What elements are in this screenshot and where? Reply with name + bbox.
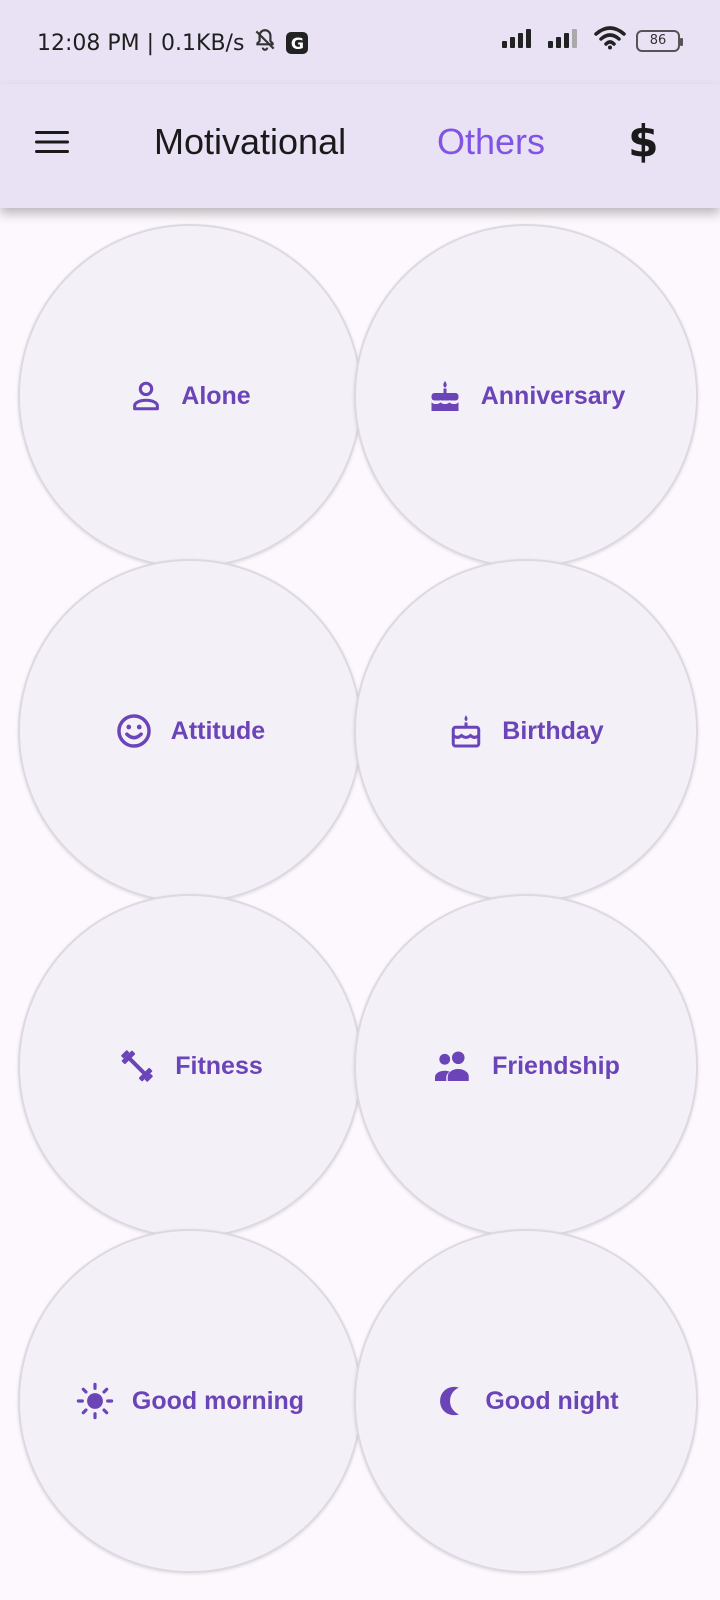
- status-bar: 12:08 PM | 0.1KB/s G 86: [0, 0, 720, 84]
- category-label: Attitude: [170, 716, 266, 745]
- category-good-morning[interactable]: Good morning: [18, 1229, 362, 1573]
- app-bar: Motivational Others $: [0, 84, 720, 208]
- moon-icon: [440, 1386, 460, 1416]
- status-left: 12:08 PM | 0.1KB/s G: [37, 27, 309, 59]
- birthday-cake-icon: [452, 715, 481, 748]
- category-grid: Alone Anniversary Attitude Birthday Fitn…: [0, 208, 720, 1600]
- signal-icon: [502, 28, 538, 53]
- wifi-icon: [594, 26, 626, 55]
- category-label: Fitness: [175, 1051, 263, 1080]
- category-attitude[interactable]: Attitude: [18, 559, 362, 903]
- category-label: Good night: [485, 1386, 619, 1415]
- smiley-icon: [116, 714, 151, 748]
- category-friendship[interactable]: Friendship: [354, 894, 698, 1238]
- category-anniversary[interactable]: Anniversary: [354, 224, 698, 568]
- sun-icon: [76, 1382, 114, 1420]
- signal-2-icon: [548, 28, 584, 53]
- category-label: Friendship: [492, 1051, 620, 1080]
- category-label: Good morning: [131, 1386, 305, 1415]
- category-birthday[interactable]: Birthday: [354, 559, 698, 903]
- category-label: Birthday: [502, 716, 604, 745]
- category-alone[interactable]: Alone: [18, 224, 362, 568]
- g-app-icon: G: [286, 32, 309, 54]
- dumbbell-icon: [121, 1050, 154, 1082]
- category-fitness[interactable]: Fitness: [18, 894, 362, 1238]
- cake-icon: [430, 381, 459, 411]
- status-time-speed: 12:08 PM | 0.1KB/s: [37, 30, 245, 56]
- hamburger-icon: [35, 131, 69, 153]
- people-icon: [435, 1051, 469, 1081]
- bell-off-icon: [252, 27, 278, 59]
- status-right: 86: [502, 26, 683, 55]
- category-label: Alone: [181, 381, 251, 410]
- battery-icon: 86: [636, 29, 683, 52]
- category-good-night[interactable]: Good night: [354, 1229, 698, 1573]
- tab-motivational[interactable]: Motivational: [154, 112, 346, 172]
- category-label: Anniversary: [480, 381, 626, 410]
- tab-others[interactable]: Others: [437, 112, 545, 172]
- person-icon: [133, 381, 160, 411]
- dollar-button[interactable]: $: [628, 112, 659, 172]
- menu-button[interactable]: [32, 122, 72, 162]
